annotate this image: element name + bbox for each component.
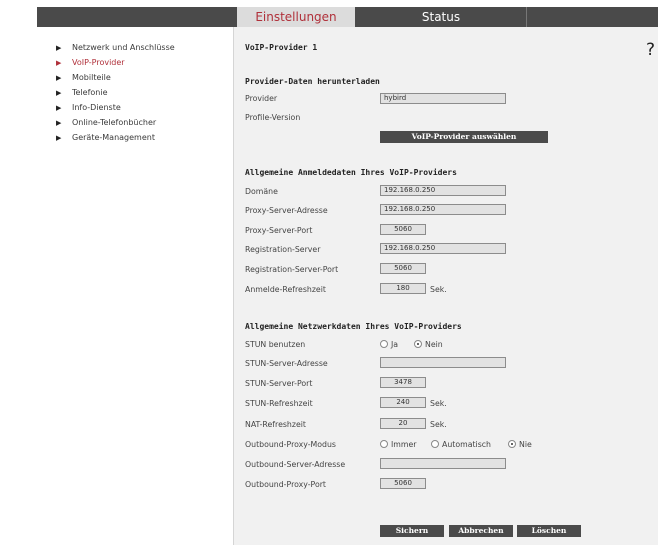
outbound-mode-label: Outbound-Proxy-Modus (245, 440, 336, 449)
refresh-field[interactable]: 180 (380, 283, 426, 294)
mode-never-option[interactable]: Nie (508, 439, 532, 449)
triangle-right-icon: ▶ (56, 89, 62, 97)
registrar-port-label: Registration-Server-Port (245, 265, 339, 274)
stun-address-field[interactable] (380, 357, 506, 368)
registrar-port-field[interactable]: 5060 (380, 263, 426, 274)
proxy-address-label: Proxy-Server-Adresse (245, 206, 328, 215)
help-icon[interactable]: ? (646, 40, 655, 60)
radio-unchecked-icon[interactable] (380, 340, 388, 348)
delete-button[interactable]: Löschen (517, 525, 581, 537)
radio-unchecked-icon[interactable] (380, 440, 388, 448)
tab-status[interactable]: Status (356, 7, 526, 27)
registrar-field[interactable]: 192.168.0.250 (380, 243, 506, 254)
section-heading-provider-download: Provider-Daten herunterladen (245, 77, 380, 86)
stun-address-label: STUN-Server-Adresse (245, 359, 328, 368)
profile-version-label: Profile-Version (245, 113, 301, 122)
sidebar-item-voip-provider[interactable]: ▶ VoIP-Provider (56, 55, 175, 70)
radio-checked-icon[interactable] (508, 440, 516, 448)
proxy-address-field[interactable]: 192.168.0.250 (380, 204, 506, 215)
mode-auto-option[interactable]: Automatisch (431, 439, 491, 449)
stun-refresh-field[interactable]: 240 (380, 397, 426, 408)
stun-port-field[interactable]: 3478 (380, 377, 426, 388)
provider-field[interactable]: hybird (380, 93, 506, 104)
refresh-unit: Sek. (430, 285, 447, 294)
save-button[interactable]: Sichern (380, 525, 444, 537)
registrar-label: Registration-Server (245, 245, 321, 254)
sidebar-item-device-management[interactable]: ▶ Geräte-Management (56, 130, 175, 145)
triangle-right-icon: ▶ (56, 44, 62, 52)
stun-refresh-label: STUN-Refreshzeit (245, 399, 313, 408)
stun-no-option[interactable]: Nein (414, 339, 443, 349)
outbound-port-field[interactable]: 5060 (380, 478, 426, 489)
stun-port-label: STUN-Server-Port (245, 379, 313, 388)
sidebar-item-telephony[interactable]: ▶ Telefonie (56, 85, 175, 100)
nat-refresh-unit: Sek. (430, 420, 447, 429)
triangle-right-icon: ▶ (56, 134, 62, 142)
sidebar-item-info-services[interactable]: ▶ Info-Dienste (56, 100, 175, 115)
stun-yes-option[interactable]: Ja (380, 339, 398, 349)
cancel-button[interactable]: Abbrechen (449, 525, 513, 537)
proxy-port-label: Proxy-Server-Port (245, 226, 313, 235)
nat-refresh-label: NAT-Refreshzeit (245, 420, 306, 429)
select-voip-provider-button[interactable]: VoIP-Provider auswählen (380, 131, 548, 143)
tab-divider (526, 7, 527, 27)
sidebar-item-network[interactable]: ▶ Netzwerk und Anschlüsse (56, 40, 175, 55)
triangle-right-icon: ▶ (56, 119, 62, 127)
sidebar-item-online-phonebooks[interactable]: ▶ Online-Telefonbücher (56, 115, 175, 130)
section-heading-login: Allgemeine Anmeldedaten Ihres VoIP-Provi… (245, 168, 457, 177)
section-heading-network: Allgemeine Netzwerkdaten Ihres VoIP-Prov… (245, 322, 462, 331)
sidebar-menu: ▶ Netzwerk und Anschlüsse ▶ VoIP-Provider … (56, 40, 175, 145)
outbound-address-label: Outbound-Server-Adresse (245, 460, 346, 469)
page-title: VoIP-Provider 1 (245, 43, 318, 52)
nat-refresh-field[interactable]: 20 (380, 418, 426, 429)
stun-refresh-unit: Sek. (430, 399, 447, 408)
domain-label: Domäne (245, 187, 278, 196)
outbound-address-field[interactable] (380, 458, 506, 469)
refresh-label: Anmelde-Refreshzeit (245, 285, 326, 294)
radio-checked-icon[interactable] (414, 340, 422, 348)
stun-use-label: STUN benutzen (245, 340, 306, 349)
triangle-right-icon: ▶ (56, 74, 62, 82)
proxy-port-field[interactable]: 5060 (380, 224, 426, 235)
sidebar-item-handsets[interactable]: ▶ Mobilteile (56, 70, 175, 85)
provider-label: Provider (245, 94, 278, 103)
radio-unchecked-icon[interactable] (431, 440, 439, 448)
domain-field[interactable]: 192.168.0.250 (380, 185, 506, 196)
tab-settings[interactable]: Einstellungen (237, 7, 355, 27)
outbound-port-label: Outbound-Proxy-Port (245, 480, 326, 489)
triangle-right-icon: ▶ (56, 59, 62, 67)
triangle-right-icon: ▶ (56, 104, 62, 112)
mode-always-option[interactable]: Immer (380, 439, 417, 449)
